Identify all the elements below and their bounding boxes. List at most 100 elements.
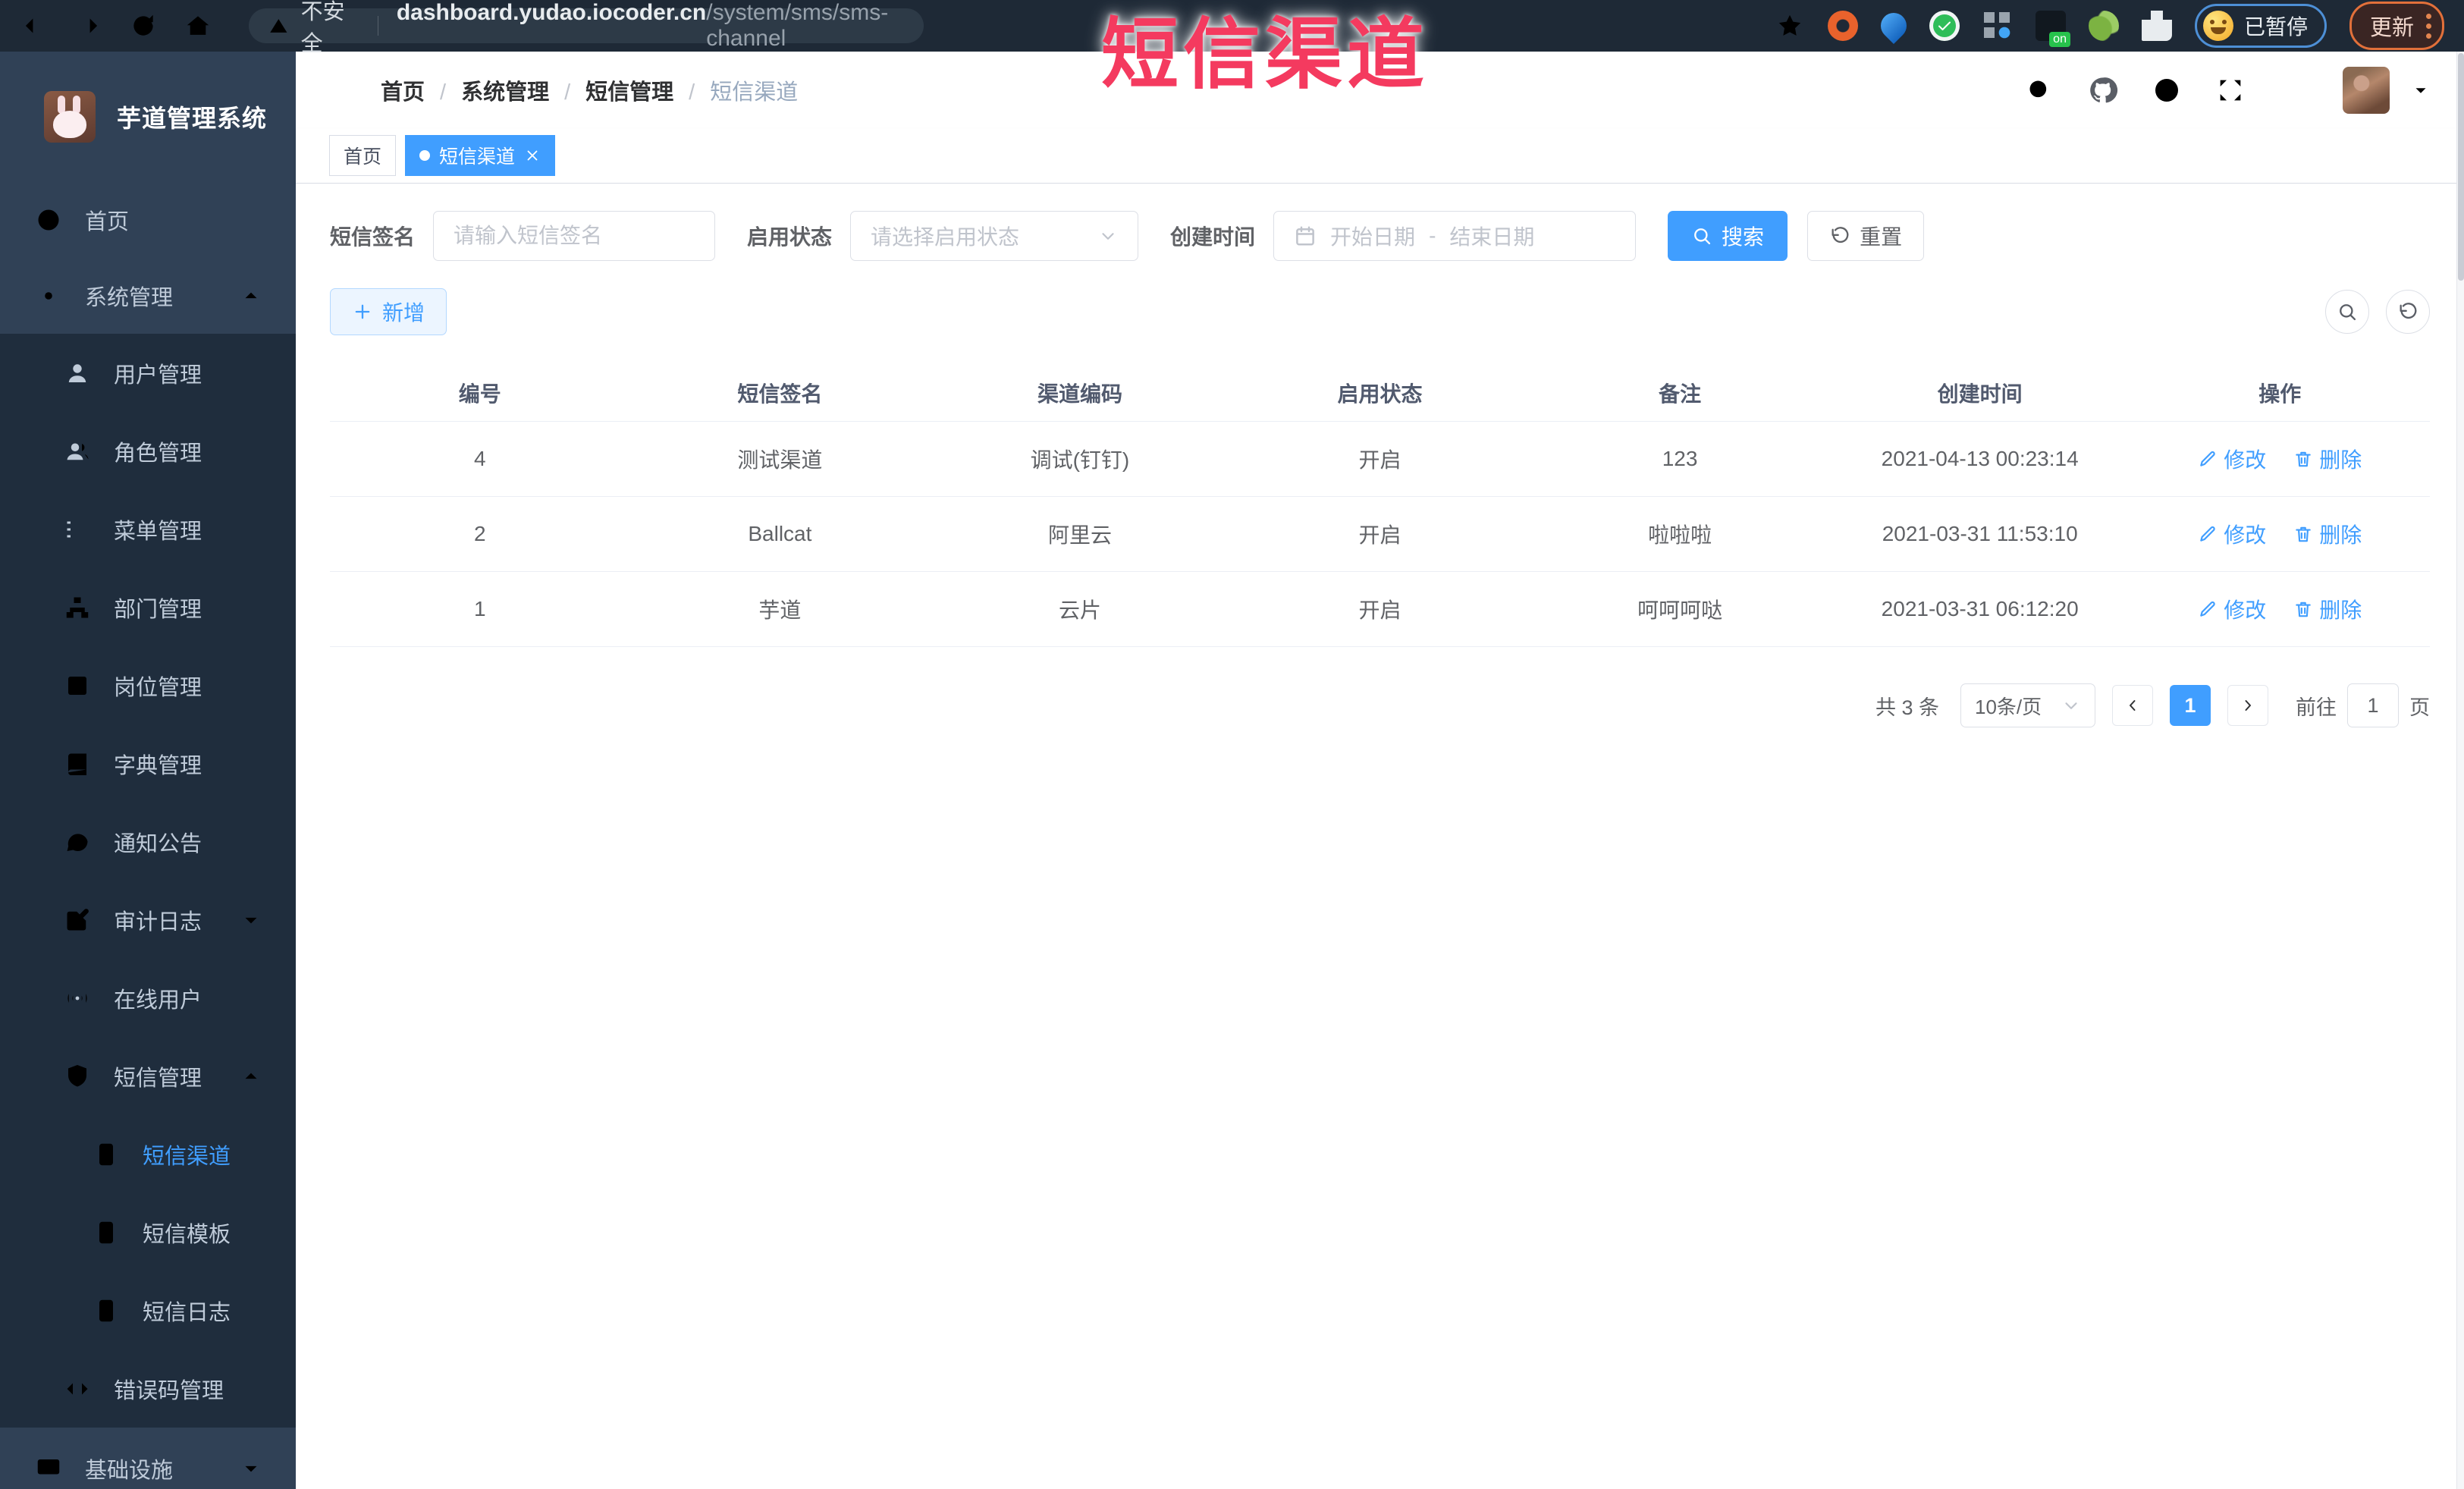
bookmark-star-icon[interactable] [1775, 11, 1805, 41]
range-separator: - [1429, 224, 1436, 247]
breadcrumb-current: 短信渠道 [673, 74, 798, 106]
delete-link[interactable]: 删除 [2293, 594, 2362, 624]
extension-icon-orange[interactable] [1827, 11, 1858, 41]
browser-reload-icon[interactable] [129, 11, 158, 40]
extension-icon-on-badge[interactable] [2035, 11, 2070, 47]
sidebar-logo[interactable]: 芋道管理系统 [0, 52, 296, 182]
sidebar-item-dict[interactable]: 字典管理 [0, 724, 296, 803]
tab-sms-channel[interactable]: 短信渠道 [405, 135, 556, 176]
plus-icon [352, 301, 373, 322]
address-bar[interactable]: 不安全 dashboard.yudao.iocoder.cn/system/sm… [249, 0, 924, 56]
breadcrumb-home[interactable]: 首页 [381, 74, 425, 106]
edit-link[interactable]: 修改 [2198, 594, 2266, 624]
pagination: 共 3 条 10条/页 1 前往 页 [330, 683, 2430, 727]
url-path: /system/sms/sms-channel [706, 0, 889, 51]
browser-back-icon[interactable] [20, 11, 49, 40]
goto-page-input[interactable] [2347, 683, 2399, 727]
edit-link[interactable]: 修改 [2198, 444, 2266, 474]
sidebar-item-sms-template[interactable]: 短信模板 [0, 1193, 296, 1271]
status-select[interactable]: 请选择启用状态 [850, 211, 1139, 261]
active-dot-icon [419, 150, 431, 161]
phone-icon [93, 1297, 120, 1324]
extension-icon-grid[interactable] [1982, 11, 2013, 41]
extension-icon-pin[interactable] [1875, 7, 1913, 45]
total-count: 共 3 条 [1875, 696, 1939, 719]
sms-channel-table: 编号 短信签名 渠道编码 启用状态 备注 创建时间 操作 4 测试渠道 调试(钉… [330, 364, 2430, 647]
avatar[interactable] [2343, 67, 2390, 114]
table-row: 4 测试渠道 调试(钉钉) 开启 123 2021-04-13 00:23:14… [330, 422, 2430, 497]
app-header: 首页 系统管理 短信管理 短信渠道 [296, 52, 2464, 129]
calendar-icon [1294, 225, 1317, 247]
breadcrumb-system[interactable]: 系统管理 [425, 74, 549, 106]
prev-page-button[interactable] [2112, 685, 2153, 726]
page-unit-label: 页 [2409, 696, 2430, 719]
sidebar-item-sms-channel[interactable]: 短信渠道 [0, 1115, 296, 1193]
add-button[interactable]: 新增 [330, 288, 447, 335]
close-icon[interactable] [524, 147, 541, 164]
gear-icon [35, 282, 62, 309]
sidebar-item-error-code[interactable]: 错误码管理 [0, 1349, 296, 1428]
extensions-puzzle-icon[interactable] [2141, 11, 2172, 41]
sidebar-item-system[interactable]: 系统管理 [0, 258, 296, 334]
next-page-button[interactable] [2227, 685, 2268, 726]
reset-button[interactable]: 重置 [1807, 211, 1925, 261]
delete-link[interactable]: 删除 [2293, 444, 2362, 474]
paused-label: 已暂停 [2243, 15, 2308, 39]
shield-check-icon [64, 1063, 91, 1090]
browser-home-icon[interactable] [184, 11, 212, 40]
browser-toolbar: 不安全 dashboard.yudao.iocoder.cn/system/sm… [0, 0, 2464, 56]
chevron-up-icon [240, 1065, 262, 1088]
edit-link[interactable]: 修改 [2198, 519, 2266, 549]
extension-icon-sprout[interactable] [2088, 11, 2119, 41]
toggle-search-button[interactable] [2325, 290, 2369, 334]
tab-home[interactable]: 首页 [329, 135, 397, 176]
scrollbar-thumb[interactable] [2458, 53, 2464, 281]
users-icon [64, 438, 91, 465]
sign-input[interactable] [454, 224, 695, 248]
sidebar-item-posts[interactable]: 岗位管理 [0, 646, 296, 724]
sidebar-item-notice[interactable]: 通知公告 [0, 803, 296, 881]
sidebar-item-online-users[interactable]: 在线用户 [0, 959, 296, 1037]
sidebar-item-menus[interactable]: 菜单管理 [0, 490, 296, 568]
profile-emoji-icon [2202, 11, 2233, 41]
sidebar-item-sms-log[interactable]: 短信日志 [0, 1271, 296, 1349]
phone-icon [93, 1141, 120, 1168]
browser-menu-icon[interactable] [2426, 13, 2431, 39]
page-scrollbar[interactable] [2456, 52, 2464, 1489]
sidebar-item-roles[interactable]: 角色管理 [0, 412, 296, 490]
search-icon[interactable] [2024, 75, 2054, 105]
breadcrumb-sms[interactable]: 短信管理 [549, 74, 673, 106]
sidebar-item-audit-log[interactable]: 审计日志 [0, 881, 296, 959]
page-number-1[interactable]: 1 [2170, 685, 2211, 726]
sidebar-item-sms[interactable]: 短信管理 [0, 1037, 296, 1115]
delete-link[interactable]: 删除 [2293, 519, 2362, 549]
dashboard-icon [35, 206, 62, 234]
chevron-down-icon[interactable] [2411, 80, 2431, 100]
chevron-up-icon [240, 284, 262, 307]
search-button[interactable]: 搜索 [1668, 211, 1788, 261]
date-range-picker[interactable]: 开始日期 - 结束日期 [1273, 211, 1637, 261]
browser-update-button[interactable]: 更新 [2349, 2, 2444, 50]
collapse-sidebar-icon[interactable] [323, 74, 355, 106]
sidebar-item-infra[interactable]: 基础设施 [0, 1431, 296, 1489]
user-icon [64, 360, 91, 387]
profile-paused-badge[interactable]: 已暂停 [2194, 4, 2327, 48]
sign-label: 短信签名 [330, 225, 416, 249]
edit-icon [2198, 449, 2218, 469]
fullscreen-icon[interactable] [2215, 75, 2246, 105]
phone-icon [93, 1219, 120, 1246]
page-size-select[interactable]: 10条/页 [1960, 683, 2095, 727]
browser-forward-icon[interactable] [74, 11, 103, 40]
chevron-right-icon [2239, 696, 2257, 715]
github-icon[interactable] [2088, 75, 2118, 105]
org-tree-icon [64, 594, 91, 621]
font-size-icon[interactable] [2279, 75, 2309, 105]
sidebar-item-home[interactable]: 首页 [0, 182, 296, 258]
help-icon[interactable] [2152, 75, 2182, 105]
extension-icon-check[interactable] [1929, 11, 1960, 41]
sidebar-item-depts[interactable]: 部门管理 [0, 568, 296, 646]
table-header-row: 编号 短信签名 渠道编码 启用状态 备注 创建时间 操作 [330, 364, 2430, 422]
sidebar-item-users[interactable]: 用户管理 [0, 334, 296, 412]
refresh-table-button[interactable] [2386, 290, 2430, 334]
status-label: 启用状态 [747, 225, 833, 249]
